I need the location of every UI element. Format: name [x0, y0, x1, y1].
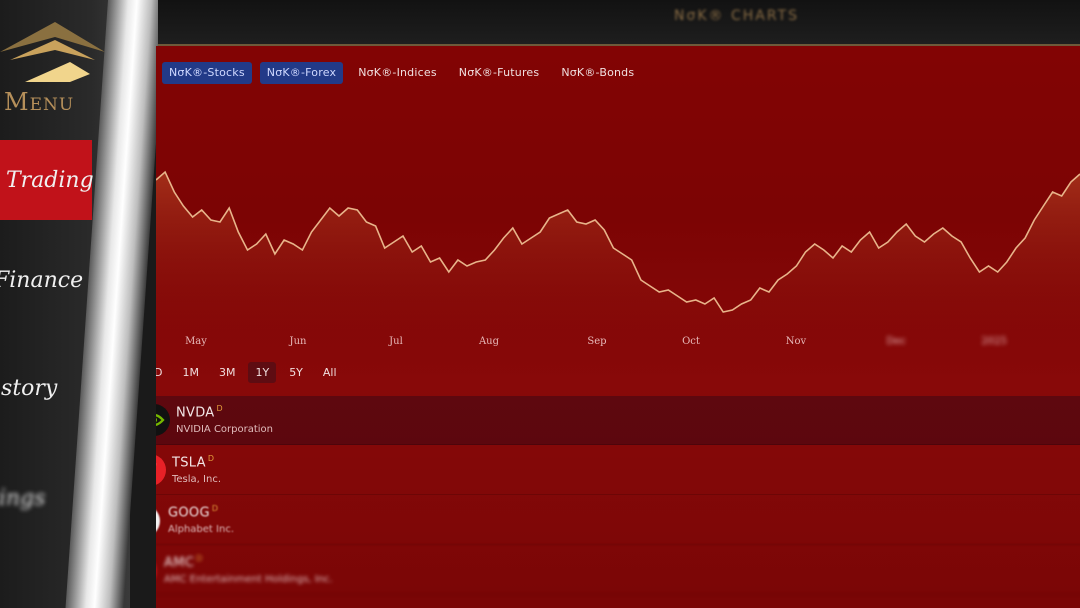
range-1y[interactable]: 1Y — [248, 362, 277, 383]
stock-symbol: NVDA D — [176, 404, 223, 421]
price-area — [156, 172, 1080, 356]
tab-forex[interactable]: NσK®-Forex — [259, 62, 344, 84]
month-label: Oct — [682, 336, 700, 347]
tesla-logo-icon: T — [156, 454, 166, 486]
stock-row-tsla[interactable]: T TSLAD Tesla, Inc. — [156, 446, 1080, 495]
range-3m[interactable]: 3M — [212, 362, 243, 383]
stock-row-goog[interactable]: G GOOGD Alphabet Inc. — [156, 496, 1080, 545]
price-chart[interactable] — [156, 156, 1080, 356]
tab-bonds[interactable]: NσK®-Bonds — [554, 62, 641, 84]
month-label: Dec — [886, 336, 906, 347]
month-label: Sep — [587, 336, 607, 347]
menu-item-label: tings — [0, 486, 46, 511]
menu-title: Menu — [4, 88, 75, 116]
stock-symbol: AMC D — [164, 554, 203, 571]
month-label: Nov — [785, 336, 807, 347]
month-label: Jul — [389, 336, 403, 347]
tab-indices[interactable]: NσK®-Indices — [351, 62, 444, 84]
app-title: NσK® CHARTS — [674, 8, 800, 24]
stock-row-nvda[interactable]: NVDA D NVIDIA Corporation — [156, 396, 1080, 445]
badge: D — [211, 504, 219, 513]
range-1d[interactable]: 1D — [156, 362, 169, 383]
charts-panel: NσK®-Stocks NσK®-Forex NσK®-Indices NσK®… — [156, 46, 1080, 608]
stock-name: AMC Entertainment Holdings, Inc. — [164, 574, 333, 585]
month-label: Aug — [478, 336, 500, 347]
stock-name: Alphabet Inc. — [168, 524, 234, 535]
tab-stocks[interactable]: NσK®-Stocks — [162, 62, 252, 84]
month-label: 2025 — [981, 336, 1007, 347]
menu-item-label: istory — [0, 376, 58, 401]
nvidia-logo-icon — [156, 404, 170, 436]
badge: D — [196, 554, 203, 563]
google-logo-icon: G — [156, 505, 160, 537]
range-selector: 1D 1M 3M 1Y 5Y All — [156, 362, 344, 383]
month-axis: May Jun Jul Aug Sep Oct Nov Dec 2025 — [156, 336, 1080, 352]
tab-futures[interactable]: NσK®-Futures — [452, 62, 547, 84]
title-bar: NσK® CHARTS — [158, 0, 1080, 46]
badge: D — [207, 454, 215, 463]
stock-name: Tesla, Inc. — [172, 474, 221, 485]
menu-item-label: Trading — [6, 167, 94, 193]
menu-item-label: Finance — [0, 268, 84, 293]
badge: D — [216, 404, 223, 413]
menu-item-trading[interactable]: Trading — [0, 140, 94, 220]
stock-name: NVIDIA Corporation — [176, 424, 274, 435]
range-all[interactable]: All — [316, 362, 344, 383]
month-label: May — [185, 336, 207, 347]
logo-icon — [0, 22, 105, 82]
range-1m[interactable]: 1M — [175, 362, 206, 383]
stock-symbol: GOOG D — [168, 504, 219, 521]
stock-row-amc[interactable]: ● AMCD AMC Entertainment Holdings, Inc. — [156, 546, 1080, 595]
stock-symbol: TSLA D — [172, 454, 215, 471]
market-tabs: NσK®-Stocks NσK®-Forex NσK®-Indices NσK®… — [162, 62, 641, 84]
month-label: Jun — [289, 336, 307, 347]
range-5y[interactable]: 5Y — [282, 362, 310, 383]
